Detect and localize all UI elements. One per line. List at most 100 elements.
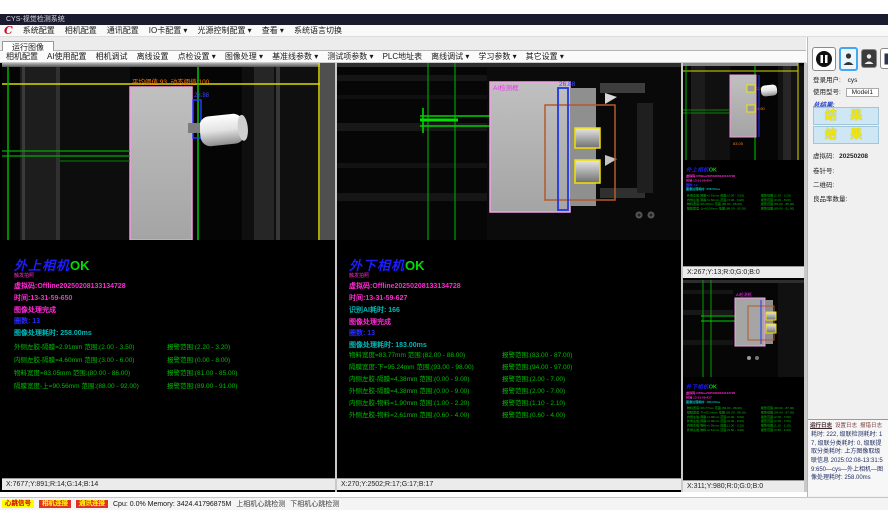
app-logo-icon: C bbox=[4, 26, 13, 36]
measurement-list: 物料宽度=83.77mm 范围:(82.00 - 88.00) 报警范围:(83… bbox=[686, 406, 804, 432]
menu-item[interactable]: 通讯配置 bbox=[107, 25, 139, 36]
user-switch-button[interactable] bbox=[861, 49, 877, 68]
log-panel: 运行日志 设置日志 报错日志 耗时: 222, 级联检测耗时: 17, 级联分类… bbox=[808, 419, 888, 496]
thumbnail-image-outer-top[interactable]: 2.91 4.60 83.05 bbox=[683, 63, 804, 160]
toolbar-item[interactable]: 点检设置 ▾ bbox=[178, 51, 216, 62]
measurement-row: 内侧左胶-物料=1.90mm 范围:(1.00 - 2.20) 报警范围:(1.… bbox=[337, 397, 681, 409]
cursor-pixel-readout: X:311;Y:980;R:0;G:0;B:0 bbox=[683, 480, 804, 492]
toolbar-item[interactable]: 相机配置 bbox=[6, 51, 38, 62]
virtual-code-row: 虚拟码: 20250208 bbox=[813, 150, 868, 160]
alarm-range: 报警范围:(2.00 - 7.00) bbox=[502, 373, 565, 383]
ai-box-label: AI检测框 bbox=[736, 291, 752, 297]
measurement-value: 隔膜宽度-上=90.56mm 范围:(88.00 - 92.00) bbox=[14, 380, 139, 390]
menu-item[interactable]: IO卡配置 ▾ bbox=[149, 25, 188, 36]
toolbar-item[interactable]: PLC地址表 bbox=[383, 51, 423, 62]
login-user-label: 登录用户: bbox=[813, 77, 841, 84]
user-icon bbox=[843, 52, 854, 66]
toolbar-item[interactable]: 相机调试 bbox=[96, 51, 128, 62]
barcode-line: 虚拟码:Offline20250208133134728 bbox=[349, 281, 461, 291]
user-login-button[interactable] bbox=[839, 47, 858, 71]
virtual-code-value: 20250208 bbox=[839, 153, 868, 160]
alarm-range: 报警范围:(2.00 - 7.00) bbox=[502, 385, 565, 395]
measurement-row: 隔膜宽度-下=95.24mm 范围:(93.00 - 98.00) 报警范围:(… bbox=[337, 361, 681, 373]
camera-image-outer-bottom[interactable]: AI检测框 26.88 bbox=[337, 63, 681, 240]
menu-item[interactable]: 光源控制配置 ▾ bbox=[197, 25, 251, 36]
qrcode-label: 二维码: bbox=[813, 179, 834, 189]
alarm-range: 报警范围:(1.10 - 2.10) bbox=[502, 397, 565, 407]
menu-item[interactable]: 查看 ▾ bbox=[262, 25, 284, 36]
menu-item[interactable]: 系统语言切换 bbox=[294, 25, 342, 36]
model-value[interactable]: Model1 bbox=[846, 88, 879, 97]
menu-items: 系统配置相机配置通讯配置 IO卡配置 ▾ 光源控制配置 ▾ 查看 ▾ 系统语言切换 bbox=[23, 25, 342, 36]
measurement-list: 物料宽度=83.77mm 范围:(82.00 - 88.00) 报警范围:(83… bbox=[337, 349, 681, 421]
alarm-range: 报警范围:(89.00 - 91.00) bbox=[167, 380, 237, 390]
blue-measure-annotation: 26.88 bbox=[559, 81, 576, 88]
toolbar-item[interactable]: 离线设置 bbox=[137, 51, 169, 62]
exit-door-icon bbox=[883, 52, 888, 66]
pause-button[interactable] bbox=[812, 47, 836, 71]
pause-icon bbox=[815, 50, 833, 68]
measurement-row: 外侧左胶-物料=2.61mm 范围:(0.60 - 4.00) 报警范围:(0.… bbox=[686, 428, 804, 432]
time-line: 时间:13-31-59-627 bbox=[349, 293, 407, 303]
right-control-panel: 登录用户: cys 使用型号: Model1 总结果: 结 果 结 果 虚拟码:… bbox=[807, 37, 888, 497]
thumbnail-view-outer-bottom: AI检测框 外下相机OK 虚拟码:Offline2025020813313472… bbox=[683, 280, 804, 492]
menu-bar: C 系统配置相机配置通讯配置 IO卡配置 ▾ 光源控制配置 ▾ 查看 ▾ 系统语言切换 bbox=[0, 25, 888, 37]
measurement-value: 内侧左胶-隔膜=4.38mm 范围:(0.00 - 9.00) bbox=[349, 373, 469, 383]
camera-view-outer-bottom: AI检测框 26.88 外下相机OK 触发拍照 虚拟码:Offline20250… bbox=[337, 63, 681, 490]
cpu-memory-readout: Cpu: 0.0% Memory: 3424.41796875M bbox=[113, 501, 231, 508]
result-ok: OK bbox=[70, 258, 90, 273]
measurement-value: 外侧左胶-物料=2.61mm 范围:(0.60 - 4.00) bbox=[687, 428, 744, 432]
thumbnail-view-outer-top: 2.91 4.60 83.05 外上相机OK 虚拟码:Offline202502… bbox=[683, 63, 804, 278]
measurement-value: 外侧左胶-隔膜=2.91mm 范围:(2.00 - 3.50) bbox=[14, 341, 134, 351]
elapsed-line: 图像处理耗时: 258.00ms bbox=[14, 328, 92, 338]
turns-line: 圈数: 13 bbox=[349, 328, 375, 338]
toolbar-item[interactable]: 其它设置 ▾ bbox=[526, 51, 564, 62]
toolbar-item[interactable]: 学习参数 ▾ bbox=[478, 51, 516, 62]
measurement-value: 内侧左胶-物料=1.90mm 范围:(1.00 - 2.20) bbox=[349, 397, 469, 407]
camera-image-outer-top[interactable]: 平均阈值:93, 动态阈值:100 23.88 bbox=[2, 63, 335, 240]
camera-connection-badge: 相机连接 bbox=[39, 500, 71, 509]
heartbeat-status-badge: 心跳信号 bbox=[2, 500, 34, 509]
measurement-value: 隔膜宽度-上=90.56mm 范围:(88.00 - 92.00) bbox=[687, 206, 746, 210]
app-window: { "window_title": "CYS-视觉检测系统", "menu": … bbox=[0, 0, 888, 522]
measurement-row: 内侧左胶-隔膜=4.60mm 范围:(3.00 - 6.00) 报警范围:(0.… bbox=[2, 354, 335, 367]
toolbar-item[interactable]: 图像处理 ▾ bbox=[225, 51, 263, 62]
measurement-row: 物料宽度=83.77mm 范围:(82.00 - 88.00) 报警范围:(83… bbox=[337, 349, 681, 361]
measurement-row: 内侧左胶-隔膜=4.38mm 范围:(0.00 - 9.00) 报警范围:(2.… bbox=[337, 373, 681, 385]
log-tab-run[interactable]: 运行日志 bbox=[810, 421, 832, 429]
menu-item[interactable]: 相机配置 bbox=[65, 25, 97, 36]
status-bar: 心跳信号 相机连接 通讯连接 Cpu: 0.0% Memory: 3424.41… bbox=[0, 497, 888, 510]
barcode-line: 虚拟码:Offline20250208133134728 bbox=[14, 281, 126, 291]
alarm-range: 报警范围:(2.20 - 3.20) bbox=[167, 341, 230, 351]
camera-view-outer-top: 平均阈值:93, 动态阈值:100 23.88 外上相机OK 触发拍照 虚拟码:… bbox=[2, 63, 335, 490]
log-text[interactable]: 耗时: 222, 级联检测耗时: 17, 级联分类耗时: 0, 级联提取分类耗时… bbox=[808, 430, 888, 484]
log-tab-settings[interactable]: 设置日志 bbox=[835, 421, 857, 429]
top-camera-heartbeat: 上相机心跳检测 bbox=[236, 499, 285, 509]
measurement-row: 隔膜宽度-上=90.56mm 范围:(88.00 - 92.00) 报警范围:(… bbox=[2, 380, 335, 393]
measurement-value: 物料宽度=83.77mm 范围:(82.00 - 88.00) bbox=[349, 349, 465, 359]
measurement-value: 物料宽度=83.05mm 范围:(80.00 - 86.00) bbox=[14, 367, 130, 377]
thumbnail-text-block: 外下相机OK 虚拟码:Offline20250208133134728 时间:1… bbox=[686, 383, 804, 432]
camera-title: 外上相机 bbox=[686, 167, 709, 173]
tab-strip: 运行图像 bbox=[0, 37, 806, 51]
alarm-range: 报警范围:(0.60 - 4.00) bbox=[502, 409, 565, 419]
result-ok: OK bbox=[405, 258, 425, 273]
virtual-code-label: 虚拟码: bbox=[813, 153, 834, 160]
ai-elapsed-line: 识别AI耗时: 166 bbox=[349, 305, 400, 315]
toolbar-item[interactable]: 测试项参数 ▾ bbox=[327, 51, 373, 62]
exit-button[interactable] bbox=[880, 48, 888, 69]
thumbnail-image-outer-bottom[interactable]: AI检测框 bbox=[683, 280, 804, 377]
turns-line: 圈数: 13 bbox=[14, 316, 40, 326]
result-ok: OK bbox=[709, 167, 717, 173]
menu-item[interactable]: 系统配置 bbox=[23, 25, 55, 36]
toolbar-item[interactable]: AI使用配置 bbox=[47, 51, 87, 62]
log-tab-errors[interactable]: 报错日志 bbox=[860, 421, 882, 429]
toolbar-item[interactable]: 基准线参数 ▾ bbox=[272, 51, 318, 62]
result-indicator-bottom: 结 果 bbox=[813, 126, 879, 144]
toolbar-item[interactable]: 离线调试 ▾ bbox=[431, 51, 469, 62]
ai-box-label: AI检测框 bbox=[493, 83, 519, 92]
needle-number-label: 卷针号: bbox=[813, 165, 834, 175]
measurement-row: 外侧左胶-隔膜=2.91mm 范围:(2.00 - 3.50) 报警范围:(2.… bbox=[2, 341, 335, 354]
camera-title: 外下相机 bbox=[686, 384, 709, 390]
login-user-row: 登录用户: cys bbox=[813, 74, 857, 84]
